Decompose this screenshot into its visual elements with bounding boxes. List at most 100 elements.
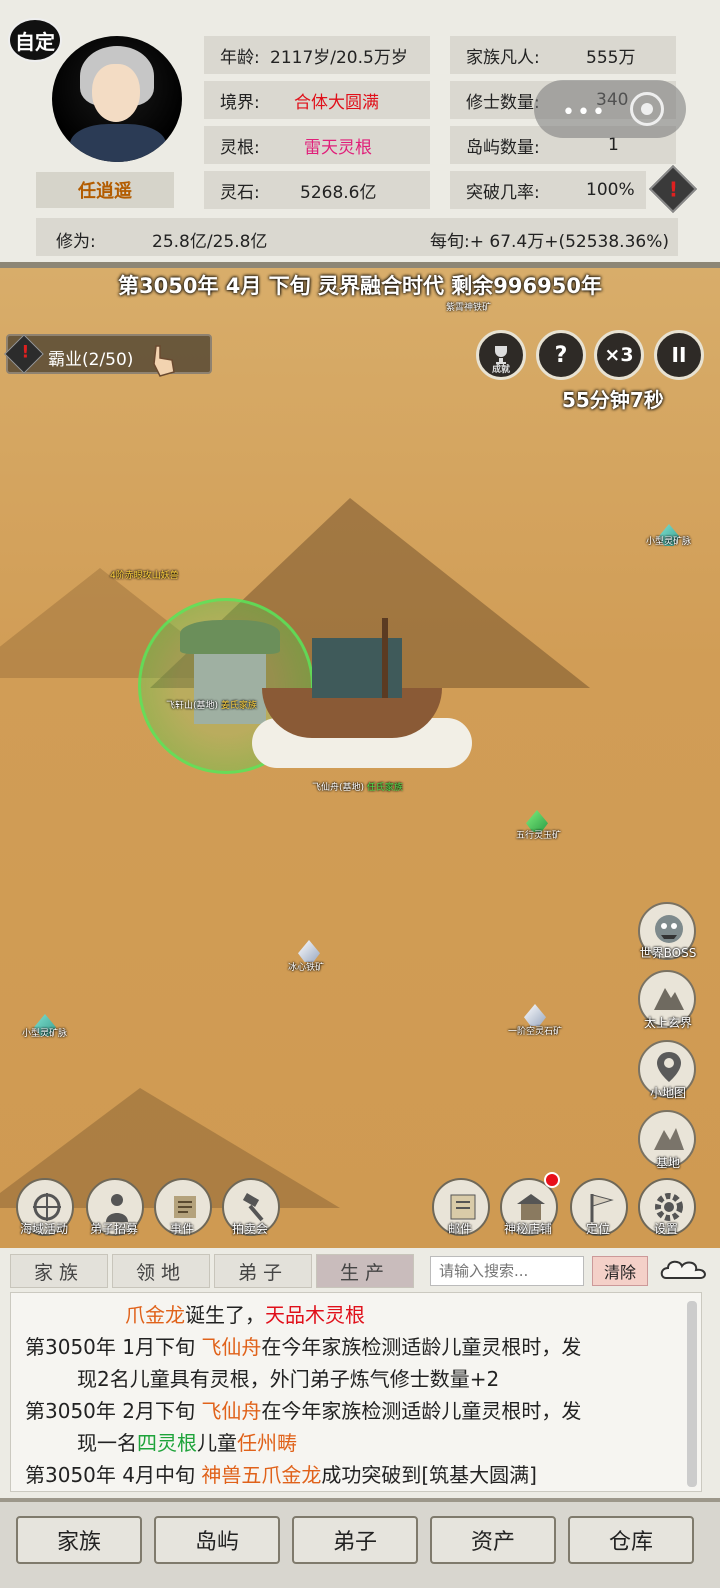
quest-tracker[interactable]: 霸业(2/50) [4,334,212,377]
nav-disciples[interactable]: 弟子 [292,1516,418,1564]
map-label-small-vein-2[interactable]: 小型灵矿脉 [22,1026,67,1039]
stat-stones: 灵石: 5268.6亿 [204,171,430,209]
mountain-icon [654,988,684,1010]
clear-button[interactable]: 清除 [592,1256,648,1286]
base-2-name: 飞仙舟(基地) [312,783,365,793]
stat-root-key: 灵根: [220,137,260,158]
tab-territory[interactable]: 领地 [112,1254,210,1288]
countdown-timer: 55分钟7秒 [562,388,664,412]
crystal-icon[interactable] [298,940,320,962]
person-icon [106,1194,128,1222]
log-text: 现2名儿童具有灵根，外门弟子炼气修士数量+2 [77,1367,500,1391]
settings-label: 设置 [653,1222,678,1236]
minimap-label: 小地图 [649,1086,686,1100]
log-entity: 任州畴 [237,1431,297,1455]
help-button[interactable]: ? [536,330,586,380]
stat-root-value: 雷天灵根 [304,137,372,158]
map-label-stone-mine[interactable]: 一阶空灵石矿 [508,1024,562,1037]
notification-dot [544,1172,560,1188]
log-entry: 第3050年 4月中旬 神兽五爪金龙成功突破到[筑基大圆满] [25,1459,537,1488]
nav-warehouse[interactable]: 仓库 [568,1516,694,1564]
family-mortals: 家族凡人: 555万 [450,36,676,74]
flying-ship-base[interactable] [252,618,472,768]
log-date: 第3050年 2月下旬 [25,1399,202,1423]
avatar-face [92,64,140,122]
tab-family[interactable]: 家族 [10,1254,108,1288]
nav-assets[interactable]: 资产 [430,1516,556,1564]
bottom-nav: 家族 岛屿 弟子 资产 仓库 [0,1498,720,1588]
stat-stones-key: 灵石: [220,182,260,203]
family-cultivators-key: 修士数量: [466,92,540,113]
stat-age-key: 年龄: [220,47,260,68]
auto-badge[interactable]: 自定 [8,18,62,62]
map-pin-icon [657,1052,681,1082]
tab-disciples[interactable]: 弟子 [214,1254,312,1288]
map-label-base-2[interactable]: 飞仙舟(基地) 任氏家族 [312,780,403,793]
base-1-family: 姜氏家族 [220,701,257,711]
map-label-beast[interactable]: 4阶赤眼攻山妖兽 [110,568,179,581]
map-label-ice-mine[interactable]: 冰心铁矿 [288,960,324,973]
stat-age: 年龄: 2117岁/20.5万岁 [204,36,430,74]
stat-realm-value: 合体大圆满 [294,92,379,113]
map-label-base-1[interactable]: 飞轩山(基地) 姜氏家族 [166,698,257,711]
supreme-realm-label: 太上玄界 [643,1016,692,1030]
beast-label: 4阶赤眼攻山妖兽 [110,571,179,581]
crystal-icon[interactable] [524,1004,546,1026]
target-icon[interactable] [630,92,664,126]
family-mortals-value: 555万 [586,47,636,68]
floating-menu[interactable]: ••• [534,80,686,138]
achievement-label: 成就 [491,365,510,375]
cultivation-value: 25.8亿/25.8亿 [152,232,268,252]
log-text: 诞生了， [185,1303,265,1327]
flag-icon [590,1194,614,1222]
map-label-small-vein[interactable]: 小型灵矿脉 [646,534,691,547]
log-highlight: 天品木灵根 [265,1303,365,1327]
shop-icon [517,1194,545,1220]
more-icon[interactable]: ••• [562,100,607,125]
world-map[interactable]: 紫霄神铁矿 霸业(2/50) 成就 ? ×3 II 55分钟7秒 4阶赤眼攻山妖… [0,268,720,1248]
family-mortals-key: 家族凡人: [466,47,540,68]
world-boss-label: 世界BOSS [639,946,697,960]
tab-production[interactable]: 生产 [316,1254,414,1288]
nav-family[interactable]: 家族 [16,1516,142,1564]
log-scrollbar[interactable] [687,1301,697,1487]
log-list[interactable]: 爪金龙诞生了，天品木灵根 第3050年 1月下旬 飞仙舟在今年家族检测适龄儿童灵… [10,1292,702,1492]
log-highlight: 四灵根 [137,1431,197,1455]
base-mountain-icon [654,1128,684,1150]
stat-stones-value: 5268.6亿 [300,182,377,203]
player-name: 任逍遥 [36,172,174,208]
stat-age-value: 2117岁/20.5万岁 [270,47,408,68]
achievement-button[interactable]: 成就 [476,330,526,380]
log-text: 在今年家族检测适龄儿童灵根时，发 [261,1335,582,1359]
mystery-shop-label: 神秘店铺 [503,1222,552,1236]
game-time: 第3050年 4月 下旬 灵界融合时代 剩余996950年 [118,274,602,298]
map-label-top-mine[interactable]: 紫霄神铁矿 [446,300,491,313]
log-date: 第3050年 4月中旬 [25,1463,202,1487]
stat-root: 灵根: 雷天灵根 [204,126,430,164]
scroll-icon [174,1196,196,1218]
nav-islands[interactable]: 岛屿 [154,1516,280,1564]
income-value: 每旬:+ 67.4万+(52538.36%) [430,232,670,252]
base-2-family: 任氏家族 [366,783,403,793]
log-entry: 爪金龙诞生了，天品木灵根 [125,1299,365,1328]
warning-icon[interactable] [648,164,698,214]
log-text: 成功突破到[筑基大圆满] [321,1463,537,1487]
ship-wheel-icon [33,1193,61,1221]
gear-icon [655,1193,683,1221]
log-text: 儿童 [197,1431,237,1455]
quest-label: 霸业(2/50) [48,350,134,370]
log-entity: 飞仙舟 [201,1399,262,1423]
map-label-five-mine[interactable]: 五行灵玉矿 [516,828,561,841]
auction-label: 拍卖会 [231,1222,268,1236]
speed-button[interactable]: ×3 [594,330,644,380]
player-avatar[interactable] [52,36,182,162]
cultivation-row: 修为: 25.8亿/25.8亿 每旬:+ 67.4万+(52538.36%) [36,218,678,256]
temple-body [194,654,266,724]
cloud-icon[interactable] [660,1258,710,1284]
search-input[interactable] [430,1256,584,1286]
avatar-robe [70,124,166,162]
pause-button[interactable]: II [654,330,704,380]
cultivation-label: 修为: [56,232,96,252]
stat-realm-key: 境界: [220,92,260,113]
family-breakthrough-key: 突破几率: [466,182,540,203]
